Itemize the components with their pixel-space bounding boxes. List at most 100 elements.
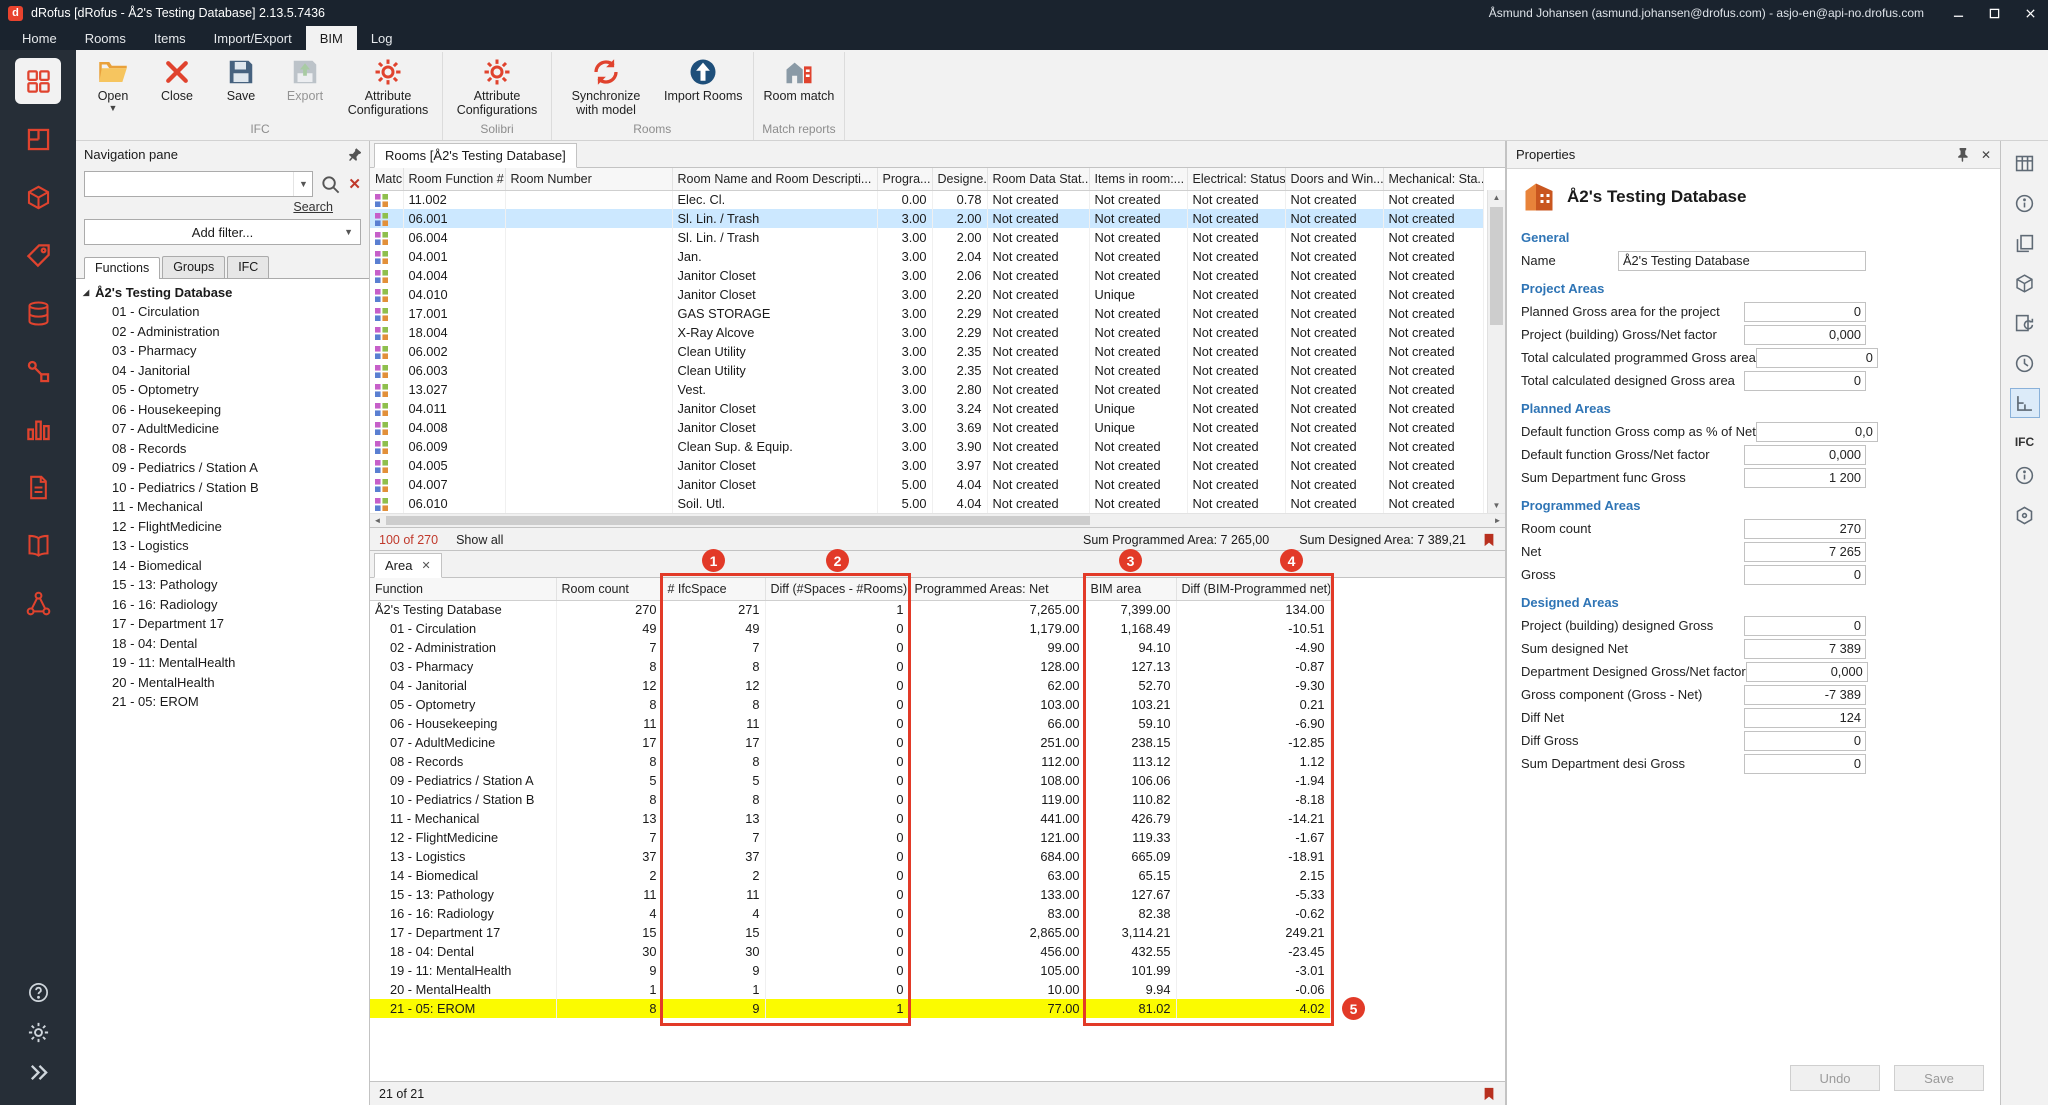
rooms-column-header[interactable]: Room Number [505, 168, 672, 190]
menu-tab-bim[interactable]: BIM [306, 26, 357, 50]
save-properties-button[interactable]: Save [1894, 1065, 1984, 1091]
room-row[interactable]: 06.004Sl. Lin. / Trash3.002.00Not create… [370, 228, 1483, 247]
area-row[interactable]: 03 - Pharmacy880128.00127.13-0.87 [370, 657, 1330, 676]
menu-tab-log[interactable]: Log [357, 26, 407, 50]
synchronize-with-model-button[interactable]: Synchronize with model [555, 52, 657, 118]
area-column-header[interactable]: Programmed Areas: Net [909, 578, 1085, 600]
pin-icon[interactable] [1954, 147, 1969, 162]
area-column-header[interactable]: BIM area [1085, 578, 1176, 600]
room-row[interactable]: 04.001Jan.3.002.04Not createdNot created… [370, 247, 1483, 266]
search-dropdown-icon[interactable]: ▼ [293, 172, 312, 196]
rooms-column-header[interactable]: Items in room:... [1089, 168, 1187, 190]
search-link[interactable]: Search [76, 200, 333, 214]
area-column-header[interactable]: # IfcSpace [662, 578, 765, 600]
module-documents-icon[interactable] [15, 464, 61, 510]
room-row[interactable]: 04.004Janitor Closet3.002.06Not createdN… [370, 266, 1483, 285]
tree-root-item[interactable]: ◢Å2's Testing Database [76, 282, 369, 302]
show-all-link[interactable]: Show all [456, 533, 503, 547]
room-row[interactable]: 06.002Clean Utility3.002.35Not createdNo… [370, 342, 1483, 361]
tree-item-08-records[interactable]: 08 - Records [76, 439, 369, 459]
model-icon[interactable] [2011, 501, 2039, 529]
nav-tab-groups[interactable]: Groups [162, 256, 225, 278]
tree-item-12-flightmedicine[interactable]: 12 - FlightMedicine [76, 517, 369, 537]
rooms-column-header[interactable]: Doors and Win... [1285, 168, 1383, 190]
area-row[interactable]: 17 - Department 17151502,865.003,114.212… [370, 923, 1330, 942]
scroll-right-icon[interactable]: ► [1490, 514, 1505, 527]
property-input-diff-net[interactable] [1744, 708, 1866, 728]
cube-icon[interactable] [2011, 269, 2039, 297]
area-row[interactable]: 21 - 05: EROM89177.0081.024.02 [370, 999, 1330, 1018]
room-row[interactable]: 18.004X-Ray Alcove3.002.29Not createdNot… [370, 323, 1483, 342]
tree-item-18-04-dental[interactable]: 18 - 04: Dental [76, 634, 369, 654]
property-input-project-building-gross-net-factor[interactable] [1744, 325, 1866, 345]
undo-button[interactable]: Undo [1790, 1065, 1880, 1091]
expand-icon[interactable] [20, 1055, 56, 1089]
area-row[interactable]: 04 - Janitorial1212062.0052.70-9.30 [370, 676, 1330, 695]
property-input-net[interactable] [1744, 542, 1866, 562]
scrollbar-thumb[interactable] [1490, 207, 1503, 325]
property-input-sum-designed-net[interactable] [1744, 639, 1866, 659]
room-row[interactable]: 06.001Sl. Lin. / Trash3.002.00Not create… [370, 209, 1483, 228]
tree-item-07-adultmedicine[interactable]: 07 - AdultMedicine [76, 419, 369, 439]
close-window-button[interactable] [2012, 0, 2048, 26]
module-products-icon[interactable] [15, 232, 61, 278]
area-row[interactable]: 06 - Housekeeping1111066.0059.10-6.90 [370, 714, 1330, 733]
property-input-gross-component-gross-net[interactable] [1744, 685, 1866, 705]
property-input-total-calculated-designed-gross-area[interactable] [1744, 371, 1866, 391]
area-row[interactable]: 16 - 16: Radiology44083.0082.38-0.62 [370, 904, 1330, 923]
module-reports-icon[interactable] [15, 406, 61, 452]
settings-icon[interactable] [20, 1015, 56, 1049]
tree-item-17-department-17[interactable]: 17 - Department 17 [76, 614, 369, 634]
room-row[interactable]: 11.002Elec. Cl.0.000.78Not createdNot cr… [370, 190, 1483, 209]
area-row[interactable]: 19 - 11: MentalHealth990105.00101.99-3.0… [370, 961, 1330, 980]
tree-item-13-logistics[interactable]: 13 - Logistics [76, 536, 369, 556]
property-input-project-building-designed-gross[interactable] [1744, 616, 1866, 636]
room-row[interactable]: 04.007Janitor Closet5.004.04Not createdN… [370, 475, 1483, 494]
area-panel-icon[interactable] [2011, 389, 2039, 417]
tree-item-01-circulation[interactable]: 01 - Circulation [76, 302, 369, 322]
tree-item-21-05-erom[interactable]: 21 - 05: EROM [76, 692, 369, 712]
module-data-icon[interactable] [15, 290, 61, 336]
nav-tab-ifc[interactable]: IFC [227, 256, 269, 278]
search-input[interactable] [85, 177, 293, 192]
sync-doc-icon[interactable] [2011, 309, 2039, 337]
bookmark-icon[interactable] [1482, 533, 1496, 547]
property-input-planned-gross-area-for-the-project[interactable] [1744, 302, 1866, 322]
add-filter-dropdown[interactable]: Add filter... ▼ [84, 219, 361, 245]
close-panel-icon[interactable]: ✕ [1981, 148, 1991, 162]
property-input-total-calculated-programmed-gross-area[interactable] [1756, 348, 1878, 368]
menu-tab-import-export[interactable]: Import/Export [200, 26, 306, 50]
rooms-tab[interactable]: Rooms [Å2's Testing Database] [374, 143, 577, 168]
room-match-button[interactable]: Room match [757, 52, 842, 105]
area-row[interactable]: 12 - FlightMedicine770121.00119.33-1.67 [370, 828, 1330, 847]
area-row[interactable]: 09 - Pediatrics / Station A550108.00106.… [370, 771, 1330, 790]
area-row[interactable]: 02 - Administration77099.0094.10-4.90 [370, 638, 1330, 657]
area-row[interactable]: Å2's Testing Database27027117,265.007,39… [370, 600, 1330, 619]
area-row[interactable]: 18 - 04: Dental30300456.00432.55-23.45 [370, 942, 1330, 961]
import-rooms-button[interactable]: Import Rooms [657, 52, 750, 105]
tree-item-15-13-pathology[interactable]: 15 - 13: Pathology [76, 575, 369, 595]
area-column-header[interactable]: Function [370, 578, 556, 600]
rooms-column-header[interactable]: Match [370, 168, 403, 190]
module-network-icon[interactable] [15, 580, 61, 626]
room-row[interactable]: 04.008Janitor Closet3.003.69Not createdU… [370, 418, 1483, 437]
room-row[interactable]: 13.027Vest.3.002.80Not createdNot create… [370, 380, 1483, 399]
module-home-icon[interactable] [15, 58, 61, 104]
horizontal-scrollbar[interactable]: ◄ ► [370, 513, 1505, 527]
property-input-gross[interactable] [1744, 565, 1866, 585]
module-logbook-icon[interactable] [15, 522, 61, 568]
tree-item-16-16-radiology[interactable]: 16 - 16: Radiology [76, 595, 369, 615]
property-input-diff-gross[interactable] [1744, 731, 1866, 751]
info-icon[interactable] [2011, 461, 2039, 489]
tree-item-11-mechanical[interactable]: 11 - Mechanical [76, 497, 369, 517]
area-row[interactable]: 01 - Circulation494901,179.001,168.49-10… [370, 619, 1330, 638]
area-row[interactable]: 14 - Biomedical22063.0065.152.15 [370, 866, 1330, 885]
tree-item-02-administration[interactable]: 02 - Administration [76, 322, 369, 342]
room-row[interactable]: 04.011Janitor Closet3.003.24Not createdU… [370, 399, 1483, 418]
tree-item-04-janitorial[interactable]: 04 - Janitorial [76, 361, 369, 381]
area-row[interactable]: 07 - AdultMedicine17170251.00238.15-12.8… [370, 733, 1330, 752]
open-button[interactable]: Open▼ [81, 52, 145, 114]
search-icon[interactable] [320, 174, 341, 195]
rooms-column-header[interactable]: Electrical: Status [1187, 168, 1285, 190]
area-column-header[interactable]: Diff (#Spaces - #Rooms) [765, 578, 909, 600]
